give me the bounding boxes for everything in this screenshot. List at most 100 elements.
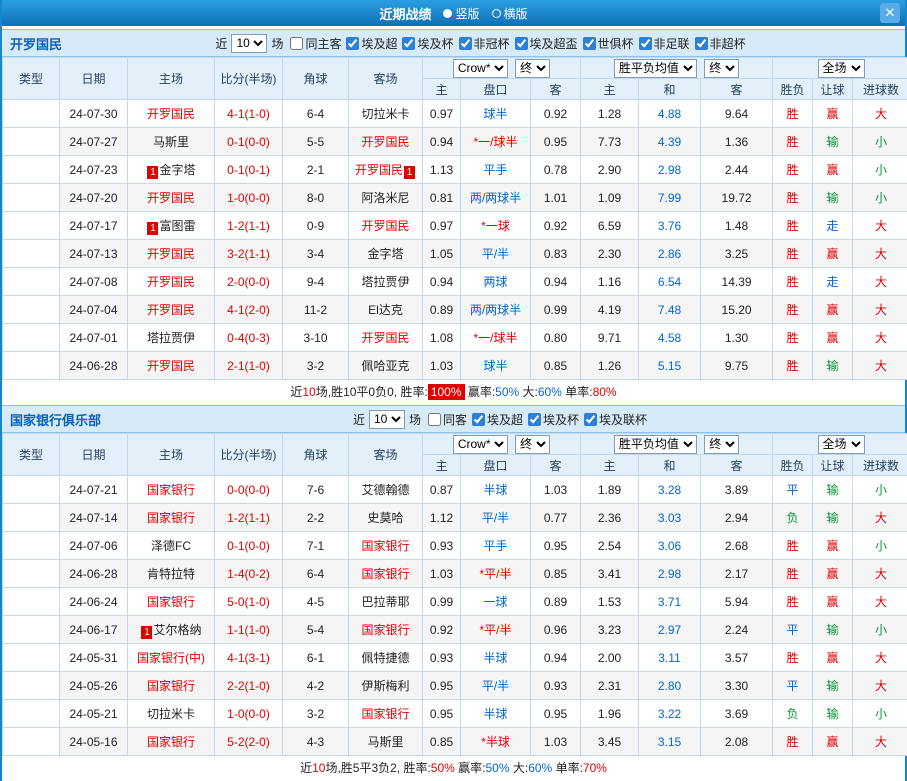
date-cell: 24-06-17 xyxy=(60,616,128,644)
col-header-type: 类型 xyxy=(3,434,60,476)
close-button[interactable]: ✕ xyxy=(880,3,900,23)
near-label: 近 xyxy=(215,35,227,52)
checkbox-input[interactable] xyxy=(346,37,359,50)
euro-home-odds: 3.23 xyxy=(581,616,639,644)
checkbox-input[interactable] xyxy=(584,413,597,426)
league-cell: 埃及超 xyxy=(3,672,60,700)
result-wdl: 胜 xyxy=(773,588,813,616)
away-team-cell: El达克 xyxy=(349,296,423,324)
europe-mean-select[interactable]: 胜平负均值 xyxy=(614,435,697,454)
summary-bar: 近10场,胜5平3负2, 胜率:50% 赢率:50% 大:60% 单率:70% xyxy=(2,756,905,781)
date-cell: 24-07-20 xyxy=(60,184,128,212)
home-team-cell: 国家银行 xyxy=(128,588,215,616)
asia-handicap-line: *一球 xyxy=(461,212,531,240)
europe-final-select[interactable]: 终 xyxy=(704,59,739,78)
date-cell: 24-07-14 xyxy=(60,504,128,532)
checkbox-label: 埃及杯 xyxy=(417,35,453,52)
recent-count-select[interactable]: 10 xyxy=(231,34,267,53)
euro-away-odds: 15.20 xyxy=(701,296,773,324)
checkbox-input[interactable] xyxy=(528,413,541,426)
euro-away-odds: 2.68 xyxy=(701,532,773,560)
checkbox-input[interactable] xyxy=(459,37,472,50)
match-row: 埃及超24-05-26国家银行2-2(1-0)4-2伊斯梅利0.95平/半0.9… xyxy=(3,672,907,700)
europe-final-select[interactable]: 终 xyxy=(704,435,739,454)
summary-segment: 单率: xyxy=(552,761,583,775)
score-cell: 0-4(0-3) xyxy=(215,324,283,352)
subcol-asia-home: 主 xyxy=(423,455,461,476)
result-goals: 大 xyxy=(853,240,907,268)
team-name-text: 艾尔格纳 xyxy=(153,623,201,637)
bookmaker-select[interactable]: Crow* xyxy=(453,59,508,78)
corner-cell: 6-1 xyxy=(283,644,349,672)
layout-horizontal-radio[interactable]: 横版 xyxy=(492,5,528,22)
euro-draw-odds: 7.48 xyxy=(639,296,701,324)
scope-select[interactable]: 全场 xyxy=(818,435,865,454)
team-name-text: 切拉米卡 xyxy=(361,107,409,121)
asia-handicap-line: *一/球半 xyxy=(461,324,531,352)
result-handicap: 走 xyxy=(813,212,853,240)
filter-checkbox-非足联[interactable]: 非足联 xyxy=(639,35,690,52)
checkbox-input[interactable] xyxy=(402,37,415,50)
filter-checkbox-埃及杯[interactable]: 埃及杯 xyxy=(528,411,579,428)
checkbox-input[interactable] xyxy=(515,37,528,50)
filter-checkbox-埃及联杯[interactable]: 埃及联杯 xyxy=(584,411,647,428)
away-team-cell: 艾德翰德 xyxy=(349,476,423,504)
col-header-home: 主场 xyxy=(128,434,215,476)
filter-checkbox-埃及超[interactable]: 埃及超 xyxy=(346,35,397,52)
result-wdl: 胜 xyxy=(773,184,813,212)
checkbox-label: 非超杯 xyxy=(710,35,746,52)
filter-checkbox-同客[interactable]: 同客 xyxy=(428,411,467,428)
europe-mean-select[interactable]: 胜平负均值 xyxy=(614,59,697,78)
filter-controls: 近 10 场 同主客埃及超埃及杯非冠杯埃及超盃世俱杯非足联非超杯 xyxy=(62,34,897,53)
summary-segment: 10 xyxy=(312,761,325,775)
subcol-asia-line: 盘口 xyxy=(461,455,531,476)
match-row: 埃及超24-07-27马斯里0-1(0-0)5-5开罗国民0.94*一/球半0.… xyxy=(3,128,907,156)
asia-away-odds: 0.85 xyxy=(531,352,581,380)
away-team-cell: 国家银行 xyxy=(349,616,423,644)
team-name-text: 马斯里 xyxy=(367,735,403,749)
asia-away-odds: 0.77 xyxy=(531,504,581,532)
summary-segment: 大: xyxy=(510,761,529,775)
bookmaker-select[interactable]: Crow* xyxy=(453,435,508,454)
euro-away-odds: 5.94 xyxy=(701,588,773,616)
filter-checkbox-埃及超[interactable]: 埃及超 xyxy=(472,411,523,428)
filter-checkbox-非超杯[interactable]: 非超杯 xyxy=(695,35,746,52)
league-cell: 埃及超 xyxy=(3,128,60,156)
asia-handicap-line: 平/半 xyxy=(461,504,531,532)
corner-cell: 5-4 xyxy=(283,616,349,644)
home-team-cell: 开罗国民 xyxy=(128,240,215,268)
asia-final-select[interactable]: 终 xyxy=(515,59,550,78)
euro-draw-odds: 4.88 xyxy=(639,100,701,128)
result-handicap: 赢 xyxy=(813,560,853,588)
section-team-name: 国家银行俱乐部 xyxy=(10,410,101,429)
close-icon: ✕ xyxy=(885,5,896,20)
recent-count-select[interactable]: 10 xyxy=(369,410,405,429)
away-team-cell: 国家银行 xyxy=(349,700,423,728)
checkbox-input[interactable] xyxy=(639,37,652,50)
corner-cell: 4-3 xyxy=(283,728,349,756)
result-goals: 小 xyxy=(853,616,907,644)
away-team-cell: 切拉米卡 xyxy=(349,100,423,128)
checkbox-input[interactable] xyxy=(472,413,485,426)
league-cell: 埃及超 xyxy=(3,268,60,296)
filter-checkbox-非冠杯[interactable]: 非冠杯 xyxy=(459,35,510,52)
col-header-score: 比分(半场) xyxy=(215,434,283,476)
layout-vertical-radio[interactable]: 竖版 xyxy=(443,5,479,22)
result-handicap: 输 xyxy=(813,672,853,700)
result-goals: 大 xyxy=(853,212,907,240)
asia-handicap-line: 平/半 xyxy=(461,240,531,268)
asia-handicap-line: *半球 xyxy=(461,728,531,756)
euro-home-odds: 2.90 xyxy=(581,156,639,184)
summary-segment: 近 xyxy=(300,761,312,775)
scope-select[interactable]: 全场 xyxy=(818,59,865,78)
checkbox-input[interactable] xyxy=(428,413,441,426)
asia-final-select[interactable]: 终 xyxy=(515,435,550,454)
filter-checkbox-埃及超盃[interactable]: 埃及超盃 xyxy=(515,35,578,52)
filter-checkbox-同主客[interactable]: 同主客 xyxy=(290,35,341,52)
home-team-cell: 开罗国民 xyxy=(128,268,215,296)
checkbox-input[interactable] xyxy=(583,37,596,50)
filter-checkbox-埃及杯[interactable]: 埃及杯 xyxy=(402,35,453,52)
checkbox-input[interactable] xyxy=(290,37,303,50)
checkbox-input[interactable] xyxy=(695,37,708,50)
filter-checkbox-世俱杯[interactable]: 世俱杯 xyxy=(583,35,634,52)
